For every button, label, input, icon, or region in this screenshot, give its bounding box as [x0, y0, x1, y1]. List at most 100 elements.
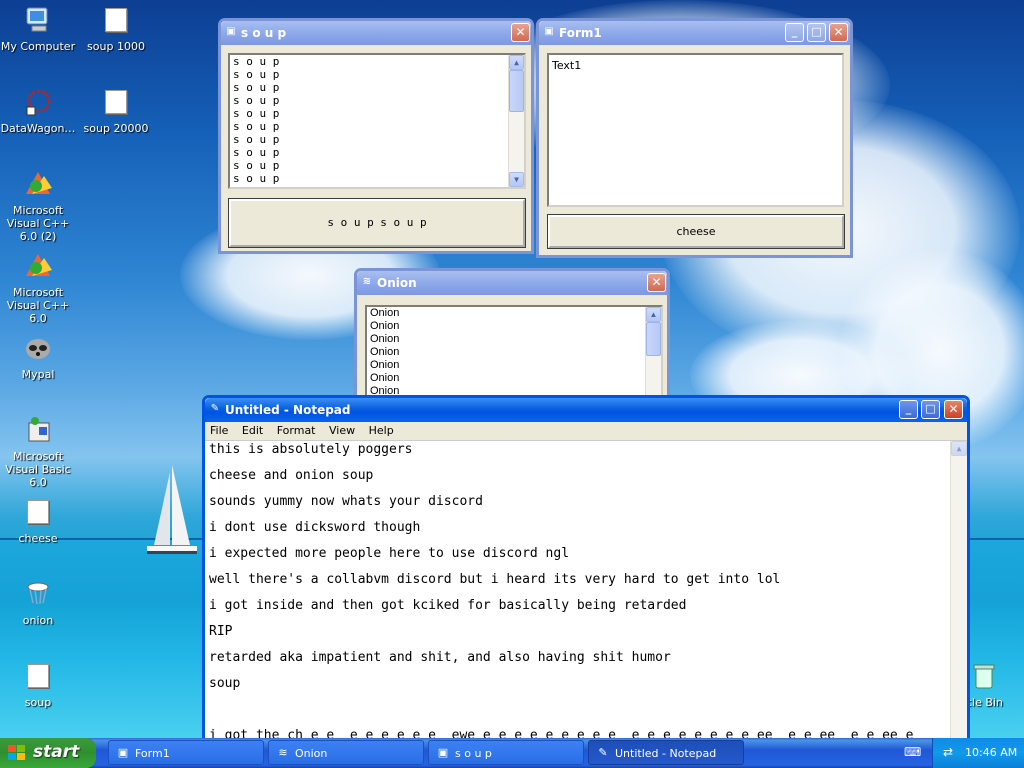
task-label: Form1: [135, 747, 170, 760]
list-item[interactable]: s o u p: [230, 68, 524, 81]
cheese-button[interactable]: cheese: [547, 214, 845, 249]
onion-listbox[interactable]: Onion Onion Onion Onion Onion Onion Onion ▲: [365, 305, 663, 405]
list-item[interactable]: s o u p: [230, 159, 524, 172]
list-item[interactable]: Onion: [367, 333, 661, 346]
window-icon: ▣: [117, 746, 129, 759]
text-line: i got the ch e e e e e e e e ewe e e e e…: [209, 728, 914, 739]
desktop-icon-soup-20000[interactable]: soup 20000: [78, 86, 154, 135]
desktop-icon-visual-cpp[interactable]: Microsoft Visual C++ 6.0: [0, 250, 76, 325]
list-item[interactable]: Onion: [367, 359, 661, 372]
list-item[interactable]: Onion: [367, 320, 661, 333]
icon-label: Microsoft Visual Basic 6.0: [5, 450, 71, 489]
list-item[interactable]: s o u p: [230, 107, 524, 120]
task-label: Onion: [295, 747, 328, 760]
scroll-up-icon[interactable]: ▲: [509, 55, 524, 70]
menu-format[interactable]: Format: [272, 422, 321, 439]
onion-window-icon: ≋: [278, 746, 288, 759]
vertical-scrollbar[interactable]: ▲: [645, 307, 661, 403]
start-button[interactable]: start: [0, 738, 96, 768]
list-item[interactable]: s o u p: [230, 81, 524, 94]
scroll-down-icon[interactable]: ▼: [509, 172, 524, 187]
maximize-button[interactable]: □: [807, 23, 826, 42]
title-bar[interactable]: ▣ s o u p ✕: [221, 21, 531, 45]
taskbar-button-onion[interactable]: ≋ Onion: [268, 740, 424, 765]
window-title: Untitled - Notepad: [225, 403, 351, 417]
list-item[interactable]: Onion: [367, 346, 661, 359]
menu-file[interactable]: File: [205, 422, 233, 439]
visual-basic-icon: [22, 414, 54, 446]
desktop-icon-my-computer[interactable]: My Computer: [0, 4, 76, 53]
scroll-thumb[interactable]: [509, 70, 524, 112]
icon-label: Microsoft Visual C++ 6.0 (2): [6, 204, 70, 243]
icon-label: soup 20000: [83, 122, 149, 135]
text1-textbox[interactable]: Text1: [547, 53, 844, 207]
list-item[interactable]: s o u p: [230, 185, 524, 187]
vertical-scrollbar[interactable]: ▲: [950, 441, 967, 738]
text-line: [205, 703, 967, 729]
notepad-icon: ✎: [210, 403, 220, 414]
text-line: i dont use dicksword though: [209, 520, 421, 535]
desktop-icon-visual-basic[interactable]: Microsoft Visual Basic 6.0: [0, 414, 76, 489]
title-bar[interactable]: ▣ Form1 _ □ ✕: [539, 21, 850, 45]
text-line: retarded aka impatient and shit, and als…: [209, 650, 671, 665]
desktop-icon-mypal[interactable]: Mypal: [0, 332, 76, 381]
taskbar-button-soup[interactable]: ▣ s o u p: [428, 740, 584, 765]
menu-help[interactable]: Help: [364, 422, 399, 439]
list-item[interactable]: s o u p: [230, 120, 524, 133]
scroll-up-icon[interactable]: ▲: [646, 307, 661, 322]
task-label: s o u p: [455, 747, 492, 760]
soup-listbox[interactable]: s o u ps o u ps o u ps o u ps o u ps o u…: [228, 53, 526, 189]
menu-view[interactable]: View: [324, 422, 360, 439]
scroll-thumb[interactable]: [646, 322, 661, 356]
list-item[interactable]: s o u p: [230, 55, 524, 68]
list-item[interactable]: s o u p: [230, 133, 524, 146]
text-line: soup: [209, 676, 241, 691]
window-icon: ▣: [544, 26, 554, 37]
onion-app-icon: [22, 578, 54, 610]
desktop-icon-datawagon[interactable]: DataWagon…: [0, 86, 76, 135]
desktop-icon-onion[interactable]: onion: [0, 578, 76, 627]
taskbar-button-form1[interactable]: ▣ Form1: [108, 740, 264, 765]
list-item[interactable]: s o u p: [230, 172, 524, 185]
list-item[interactable]: s o u p: [230, 146, 524, 159]
vertical-scrollbar[interactable]: ▲ ▼: [508, 55, 524, 187]
list-item[interactable]: s o u p: [230, 94, 524, 107]
notepad-text-area[interactable]: this is absolutely poggers cheese and oni…: [205, 440, 967, 738]
text-line: RIP: [209, 624, 233, 639]
form1-window: ▣ Form1 _ □ ✕ Text1 cheese: [536, 18, 853, 258]
close-button[interactable]: ✕: [511, 23, 530, 42]
scroll-up-icon[interactable]: ▲: [951, 441, 967, 456]
clock[interactable]: 10:46 AM: [965, 746, 1017, 759]
text-line: sounds yummy now whats your discord: [209, 494, 483, 509]
file-icon: [100, 4, 132, 36]
title-bar[interactable]: ≋ Onion ✕: [357, 271, 667, 295]
file-icon: [22, 496, 54, 528]
desktop-icon-visual-cpp-2[interactable]: Microsoft Visual C++ 6.0 (2): [0, 168, 76, 243]
desktop-icon-soup-1000[interactable]: soup 1000: [78, 4, 154, 53]
file-icon: [22, 660, 54, 692]
recycle-bin-icon: [968, 660, 1000, 692]
desktop-icon-soup[interactable]: soup: [0, 660, 76, 709]
list-item[interactable]: Onion: [367, 372, 661, 385]
menu-edit[interactable]: Edit: [237, 422, 268, 439]
title-bar[interactable]: ✎ Untitled - Notepad _ □ ✕: [205, 398, 967, 422]
minimize-button[interactable]: _: [899, 400, 918, 419]
desktop-icon-cheese[interactable]: cheese: [0, 496, 76, 545]
taskbar-button-notepad[interactable]: ✎ Untitled - Notepad: [588, 740, 744, 765]
soupsoup-button[interactable]: s o u p s o u p: [228, 198, 526, 248]
maximize-button[interactable]: □: [921, 400, 940, 419]
list-item[interactable]: Onion: [367, 307, 661, 320]
icon-label: soup: [24, 696, 52, 709]
minimize-button[interactable]: _: [785, 23, 804, 42]
window-title: Form1: [559, 26, 602, 40]
close-button[interactable]: ✕: [829, 23, 848, 42]
system-tray: ⇄ 10:46 AM: [932, 738, 1024, 768]
window-title: s o u p: [241, 26, 287, 40]
network-icon[interactable]: ⇄: [943, 745, 953, 759]
keyboard-icon[interactable]: ⌨: [904, 745, 921, 759]
close-button[interactable]: ✕: [647, 273, 666, 292]
text-line: i got inside and then got kciked for bas…: [209, 598, 687, 613]
close-button[interactable]: ✕: [944, 400, 963, 419]
soup-window: ▣ s o u p ✕ s o u ps o u ps o u ps o u p…: [218, 18, 534, 254]
onion-window: ≋ Onion ✕ Onion Onion Onion Onion Onion Onion…: [354, 268, 670, 408]
